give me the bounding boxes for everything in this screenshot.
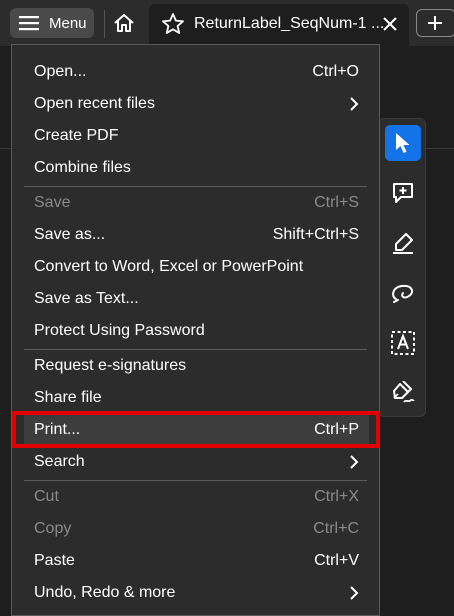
- menu-item-copy[interactable]: Copy Ctrl+C: [24, 514, 369, 544]
- menu-item-shortcut: Ctrl+O: [312, 63, 359, 80]
- draw-freehand-icon: [392, 284, 414, 303]
- menu-item-label: Create PDF: [34, 127, 119, 144]
- menu-item-create-pdf[interactable]: Create PDF: [24, 121, 369, 151]
- menu-item-shortcut: Ctrl+S: [314, 194, 359, 211]
- menu-item-label: Cut: [34, 488, 59, 505]
- home-button[interactable]: [110, 9, 138, 37]
- highlight-button[interactable]: [385, 225, 421, 261]
- menu-divider: [24, 480, 367, 481]
- select-tool-icon: [396, 133, 410, 153]
- menu-item-share-file[interactable]: Share file: [24, 383, 369, 413]
- menu-button-label: Menu: [49, 14, 87, 32]
- home-icon: [114, 14, 134, 32]
- menu-item-label: Save as Text...: [34, 290, 139, 307]
- menu-item-request-esignatures[interactable]: Request e-signatures: [24, 351, 369, 381]
- menu-item-label: Request e-signatures: [34, 357, 187, 374]
- menu-item-undo-redo[interactable]: Undo, Redo & more: [24, 578, 369, 608]
- toolbar-divider: [104, 10, 105, 38]
- close-icon[interactable]: [380, 14, 400, 34]
- menu-item-search[interactable]: Search: [24, 447, 369, 477]
- menu-item-label: Paste: [34, 552, 75, 569]
- chevron-right-icon: [350, 586, 359, 600]
- menu-item-protect-password[interactable]: Protect Using Password: [24, 316, 369, 346]
- add-comment-button[interactable]: [385, 175, 421, 211]
- menu-item-label: Open...: [34, 63, 87, 80]
- menu-item-label: Protect Using Password: [34, 322, 205, 339]
- menu-item-save-as[interactable]: Save as... Shift+Ctrl+S: [24, 220, 369, 250]
- menu-item-open[interactable]: Open... Ctrl+O: [24, 57, 369, 87]
- file-menu: Open... Ctrl+O Open recent files Create …: [11, 44, 380, 616]
- new-tab-button[interactable]: [416, 9, 454, 37]
- sign-button[interactable]: [385, 375, 421, 411]
- menu-item-paste[interactable]: Paste Ctrl+V: [24, 546, 369, 576]
- menu-item-label: Copy: [34, 520, 72, 537]
- menu-item-label: Undo, Redo & more: [34, 584, 176, 601]
- menu-item-label: Convert to Word, Excel or PowerPoint: [34, 258, 304, 275]
- tool-rail: [378, 118, 426, 417]
- menu-item-combine-files[interactable]: Combine files: [24, 153, 369, 183]
- highlight-pen-icon: [393, 233, 413, 254]
- text-recognition-button[interactable]: [385, 325, 421, 361]
- chevron-right-icon: [350, 97, 359, 111]
- menu-divider: [24, 349, 367, 350]
- menu-item-shortcut: Ctrl+V: [314, 552, 359, 569]
- menu-item-label: Combine files: [34, 159, 131, 176]
- menu-item-open-recent[interactable]: Open recent files: [24, 89, 369, 119]
- plus-icon: [428, 16, 442, 30]
- star-icon[interactable]: [161, 12, 185, 36]
- menu-item-label: Save: [34, 194, 71, 211]
- chevron-right-icon: [350, 455, 359, 469]
- menu-item-label: Save as...: [34, 226, 106, 243]
- tab-title: ReturnLabel_SeqNum-1 ...: [194, 15, 385, 32]
- menu-button[interactable]: Menu: [10, 8, 94, 38]
- select-tool-button[interactable]: [385, 125, 421, 161]
- sign-icon: [393, 381, 415, 403]
- menu-item-shortcut: Shift+Ctrl+S: [272, 226, 359, 243]
- text-recognize-icon: [391, 331, 415, 355]
- draw-button[interactable]: [385, 275, 421, 311]
- menu-item-shortcut: Ctrl+C: [313, 520, 359, 537]
- document-tab[interactable]: ReturnLabel_SeqNum-1 ...: [149, 4, 409, 46]
- menu-item-save[interactable]: Save Ctrl+S: [24, 188, 369, 218]
- menu-item-label: Share file: [34, 389, 102, 406]
- menu-item-cut[interactable]: Cut Ctrl+X: [24, 482, 369, 512]
- app-toolbar: Menu ReturnLabel_SeqNum-1 ...: [0, 0, 454, 46]
- menu-item-label: Open recent files: [34, 95, 155, 112]
- menu-item-convert[interactable]: Convert to Word, Excel or PowerPoint: [24, 252, 369, 282]
- menu-item-save-as-text[interactable]: Save as Text...: [24, 284, 369, 314]
- print-highlight-box: [12, 411, 380, 448]
- add-comment-icon: [393, 183, 413, 203]
- menu-item-shortcut: Ctrl+X: [314, 488, 359, 505]
- menu-divider: [24, 186, 367, 187]
- hamburger-icon: [19, 16, 39, 31]
- menu-item-label: Search: [34, 453, 85, 470]
